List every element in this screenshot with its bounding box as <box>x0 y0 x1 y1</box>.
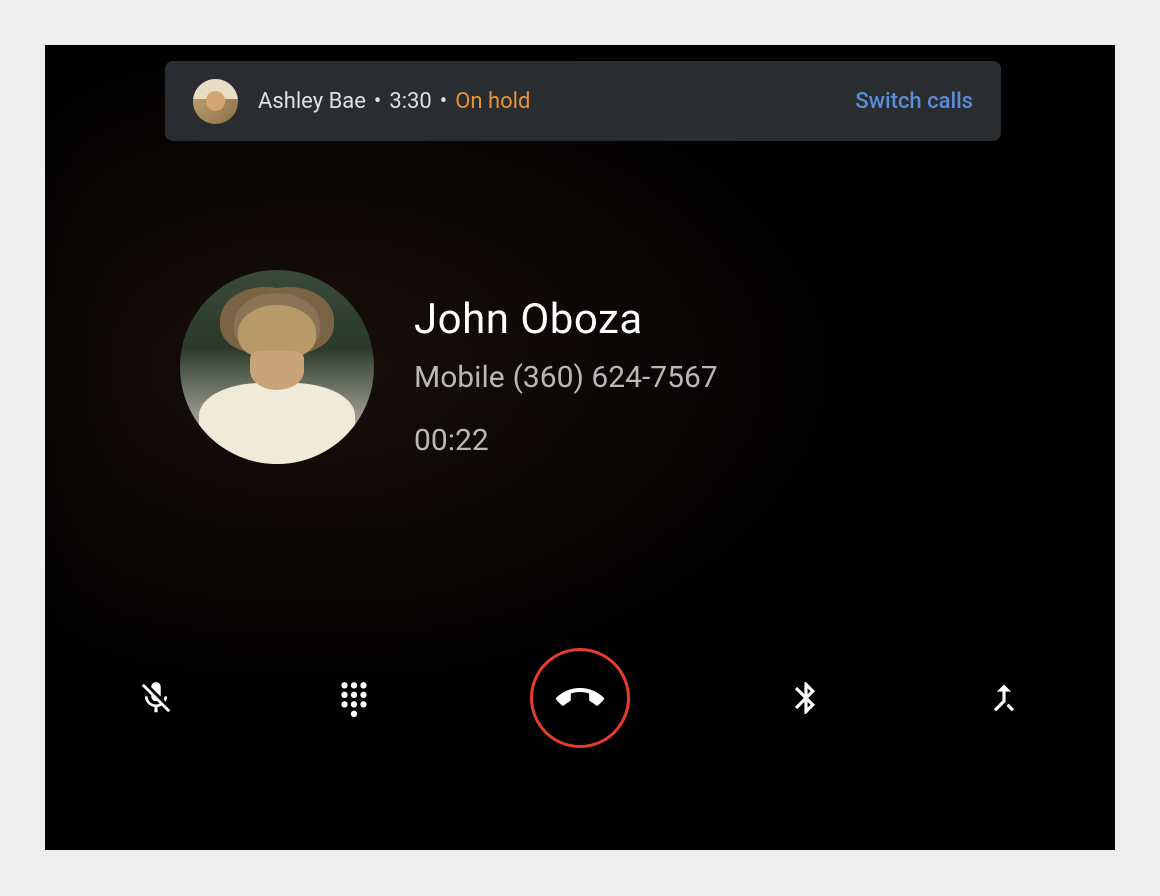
held-call-duration: 3:30 <box>389 89 431 114</box>
bluetooth-icon <box>787 679 825 717</box>
call-screen: Ashley Bae • 3:30 • On hold Switch calls… <box>45 45 1115 850</box>
mute-button[interactable] <box>134 676 178 720</box>
caller-details: John Oboza Mobile(360) 624-7567 00:22 <box>414 295 718 458</box>
call-controls-bar <box>45 648 1115 748</box>
phone-number: (360) 624-7567 <box>513 360 718 395</box>
active-caller-info: John Oboza Mobile(360) 624-7567 00:22 <box>180 270 718 464</box>
separator-dot: • <box>440 89 447 114</box>
separator-dot: • <box>374 89 381 114</box>
hold-status-label: On hold <box>455 89 530 114</box>
switch-calls-button[interactable]: Switch calls <box>855 89 973 114</box>
phone-type-label: Mobile <box>414 360 505 395</box>
call-merge-icon <box>985 679 1023 717</box>
held-caller-avatar <box>193 79 238 124</box>
held-call-info: Ashley Bae • 3:30 • On hold <box>258 89 530 114</box>
caller-name: John Oboza <box>414 295 718 344</box>
caller-phone: Mobile(360) 624-7567 <box>414 360 718 395</box>
dialpad-icon <box>335 679 373 717</box>
end-call-button[interactable] <box>530 648 630 748</box>
call-end-icon <box>556 674 604 722</box>
mic-off-icon <box>137 679 175 717</box>
held-call-notification: Ashley Bae • 3:30 • On hold Switch calls <box>165 61 1001 141</box>
held-caller-name: Ashley Bae <box>258 89 366 114</box>
active-caller-avatar <box>180 270 374 464</box>
bluetooth-button[interactable] <box>784 676 828 720</box>
dialpad-button[interactable] <box>332 676 376 720</box>
call-duration: 00:22 <box>414 423 718 458</box>
merge-calls-button[interactable] <box>982 676 1026 720</box>
